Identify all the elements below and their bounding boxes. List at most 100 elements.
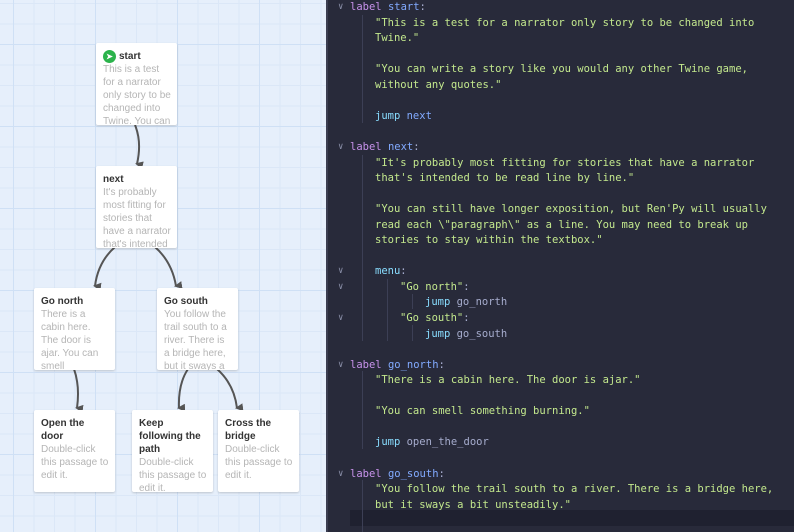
link-start-next (134, 124, 144, 170)
code-line[interactable]: that's intended to be read line by line.… (328, 171, 794, 187)
code-line[interactable]: ∨ "Go north": (328, 280, 794, 296)
code-text: "You can smell something burning." (375, 404, 590, 420)
code-token: "You follow the trail south to a river. … (375, 483, 774, 496)
fold-chevron-icon[interactable]: ∨ (338, 311, 343, 327)
code-line[interactable]: ∨ "Go south": (328, 311, 794, 327)
link-north-door (73, 368, 84, 413)
code-text: label go_south: (350, 467, 445, 483)
code-token: jump (375, 436, 407, 449)
passage-excerpt: Double-click this passage to edit it. (41, 444, 109, 481)
passage-cross-the-bridge[interactable]: Cross the bridge Double-click this passa… (218, 410, 299, 492)
fold-chevron-icon[interactable]: ∨ (338, 358, 343, 374)
code-line[interactable]: without any quotes." (328, 78, 794, 94)
code-token: jump (375, 109, 407, 122)
code-line[interactable]: ∨ label go_north: (328, 358, 794, 374)
code-line[interactable]: jump open_the_door (328, 435, 794, 451)
fold-chevron-icon[interactable]: ∨ (338, 140, 343, 156)
code-line[interactable]: jump next (328, 109, 794, 125)
code-text: jump next (375, 109, 432, 125)
code-text: "You can still have longer exposition, b… (375, 202, 767, 218)
code-line[interactable]: "You can write a story like you would an… (328, 62, 794, 78)
code-line[interactable]: ∨ label start: (328, 0, 794, 16)
code-line[interactable]: "You can still have longer exposition, b… (328, 202, 794, 218)
code-text: "This is a test for a narrator only stor… (375, 16, 754, 32)
code-token: "This is a test for a narrator only stor… (375, 16, 755, 29)
code-text: menu: (375, 264, 407, 280)
code-token: "It's probably most fitting for stories … (375, 156, 755, 169)
code-line[interactable]: ∨ menu: (328, 264, 794, 280)
fold-chevron-icon[interactable]: ∨ (338, 264, 343, 280)
passage-excerpt: It's probably most fitting for stories t… (103, 187, 171, 248)
code-token: but it sways a bit unsteadily." (375, 498, 571, 511)
passage-open-the-door[interactable]: Open the door Double-click this passage … (34, 410, 115, 492)
code-token: go_south (456, 327, 508, 340)
code-text: "There is a cabin here. The door is ajar… (375, 373, 641, 389)
code-token: without any quotes." (375, 78, 502, 91)
code-token: go_north (456, 296, 508, 309)
code-text: stories to stay within the textbox." (375, 233, 603, 249)
code-token: label (350, 358, 388, 371)
passage-go-south[interactable]: Go south You follow the trail south to a… (157, 288, 238, 370)
code-token: go_south (387, 467, 439, 480)
passage-excerpt: There is a cabin here. The door is ajar.… (41, 309, 99, 370)
code-text: "You follow the trail south to a river. … (375, 482, 773, 498)
passage-start[interactable]: ➤ start This is a test for a narrator onl… (96, 43, 177, 125)
code-text: read each \"paragraph\" as a line. You m… (375, 218, 748, 234)
code-line[interactable]: Twine." (328, 31, 794, 47)
code-text: "Go north": (400, 280, 470, 296)
passage-title: Go south (164, 296, 208, 307)
link-next-north (93, 246, 116, 291)
passage-title: Go north (41, 296, 84, 307)
code-text: label go_north: (350, 358, 445, 374)
fold-chevron-icon[interactable]: ∨ (338, 467, 343, 483)
passage-title: start (119, 51, 141, 62)
link-south-bridge (216, 368, 244, 412)
code-line[interactable]: read each \"paragraph\" as a line. You m… (328, 218, 794, 234)
code-token: : (413, 140, 420, 153)
code-text: Twine." (375, 31, 419, 47)
code-token: jump (425, 296, 457, 309)
code-token: "You can still have longer exposition, b… (375, 203, 767, 216)
code-line[interactable]: ∨ label go_south: (328, 467, 794, 483)
code-token: jump (425, 327, 457, 340)
code-token: : (463, 312, 470, 324)
code-token: label (350, 467, 388, 480)
passage-excerpt: This is a test for a narrator only story… (103, 64, 171, 125)
code-line[interactable]: "You follow the trail south to a river. … (328, 482, 794, 498)
code-token: Twine." (375, 32, 420, 45)
code-line[interactable]: "It's probably most fitting for stories … (328, 156, 794, 172)
story-map[interactable]: ➤ start This is a test for a narrator onl… (0, 0, 327, 532)
code-token: read each \"paragraph\" as a line. You m… (375, 218, 748, 231)
passage-go-north[interactable]: Go north There is a cabin here. The door… (34, 288, 115, 370)
passage-excerpt: You follow the trail south to a river. T… (164, 309, 227, 370)
passage-title: Open the door (41, 418, 85, 442)
fold-chevron-icon[interactable]: ∨ (338, 0, 343, 16)
passage-keep-following-the-path[interactable]: Keep following the path Double-click thi… (132, 410, 213, 492)
passage-title: Cross the bridge (225, 418, 272, 442)
code-editor[interactable]: ∨ label start: "This is a test for a narra… (328, 0, 794, 532)
fold-chevron-icon[interactable]: ∨ (338, 280, 343, 296)
code-token: next (387, 140, 414, 153)
code-line[interactable]: but it sways a bit unsteadily." (328, 498, 794, 514)
code-line[interactable]: "You can smell something burning." (328, 404, 794, 420)
code-token: : (400, 265, 407, 278)
passage-next[interactable]: next It's probably most fitting for stor… (96, 166, 177, 248)
code-token: label (350, 1, 388, 13)
passage-excerpt: Double-click this passage to edit it. (139, 457, 207, 492)
code-line[interactable]: "This is a test for a narrator only stor… (328, 16, 794, 32)
code-line[interactable]: stories to stay within the textbox." (328, 233, 794, 249)
code-token: start (387, 1, 420, 13)
rocket-icon: ➤ (103, 50, 116, 63)
code-token: : (463, 280, 470, 293)
code-text: "Go south": (400, 311, 470, 327)
code-token: "You can smell something burning." (375, 405, 590, 418)
code-line[interactable]: "There is a cabin here. The door is ajar… (328, 373, 794, 389)
code-line[interactable]: ∨ label next: (328, 140, 794, 156)
code-line[interactable]: jump go_south (328, 327, 794, 343)
code-text: jump go_south (425, 327, 507, 343)
passage-title: Keep following the path (139, 418, 201, 455)
code-text: jump open_the_door (375, 435, 489, 451)
code-line[interactable]: jump go_north (328, 295, 794, 311)
link-south-path (177, 368, 189, 412)
link-next-south (154, 246, 183, 289)
